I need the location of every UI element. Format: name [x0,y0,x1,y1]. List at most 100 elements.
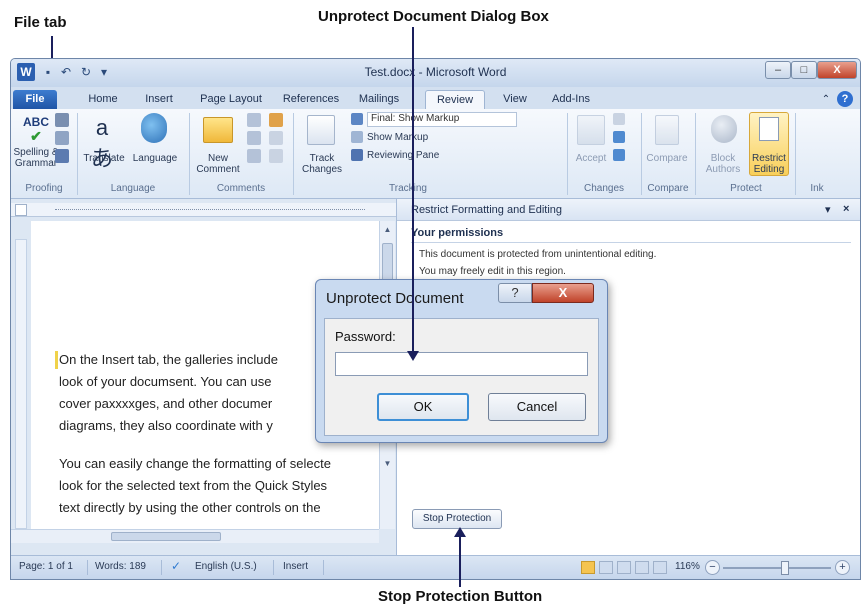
horizontal-scrollbar[interactable] [11,529,379,543]
tab-page-layout[interactable]: Page Layout [195,90,267,109]
language-button[interactable]: Language [129,153,181,164]
group-separator [77,113,78,195]
group-label-comments: Comments [216,183,266,194]
eraser-icon[interactable] [269,149,283,163]
stop-protection-button[interactable]: Stop Protection [412,509,502,529]
zoom-out-icon[interactable]: − [705,560,720,575]
status-separator [87,560,88,575]
delete-comment-icon[interactable] [247,113,261,127]
group-separator [795,113,796,195]
research-icon[interactable] [55,113,69,127]
dialog-title: Unprotect Document [326,290,464,307]
doc-line: You can easily change the formatting of … [59,456,331,471]
draft-icon[interactable] [653,561,667,574]
translate-button[interactable]: Translate [81,153,127,164]
restrict-editing-icon [759,117,779,141]
tab-home[interactable]: Home [83,90,123,109]
print-layout-icon[interactable] [581,561,595,574]
minimize-ribbon-icon[interactable]: ⌃ [819,90,833,109]
group-separator [641,113,642,195]
tab-add-ins[interactable]: Add-Ins [547,90,595,109]
help-icon[interactable]: ? [837,91,853,107]
outline-icon[interactable] [635,561,649,574]
permissions-heading: Your permissions [411,227,504,239]
zoom-slider-thumb[interactable] [781,561,789,575]
dialog-arrow-line [412,27,414,353]
ink-comment-icon[interactable] [269,113,283,127]
spelling-grammar-icon: ABC ✔ [23,115,49,144]
permission-line-2: You may freely edit in this region. [419,266,566,277]
track-changes-button[interactable]: Track Changes [299,153,345,175]
stop-protection-callout: Stop Protection Button [378,588,543,605]
group-label-changes: Changes [583,183,625,194]
new-comment-button[interactable]: New Comment [195,153,241,175]
thesaurus-icon[interactable] [55,131,69,145]
tab-selector-icon[interactable] [15,204,27,216]
show-markup-button[interactable]: Show Markup [367,132,467,143]
web-layout-icon[interactable] [617,561,631,574]
proofing-check-icon[interactable]: ✓ [171,559,181,573]
minimize-button[interactable]: – [765,61,791,79]
close-button[interactable]: X [817,61,857,79]
h-scroll-thumb[interactable] [111,532,221,541]
reviewing-pane-button[interactable]: Reviewing Pane [367,150,467,161]
doc-line: cover paxxxxges, and other documer [59,396,273,411]
ok-button[interactable]: OK [377,393,469,421]
word-count-icon[interactable] [55,149,69,163]
dialog-help-button[interactable]: ? [498,283,532,303]
display-for-review-dropdown[interactable]: Final: Show Markup [367,112,517,127]
group-label-proofing: Proofing [25,183,63,194]
display-for-review-icon [351,113,363,125]
tab-insert[interactable]: Insert [137,90,181,109]
insert-mode[interactable]: Insert [283,561,308,572]
dialog-close-button[interactable]: X [532,283,594,303]
scroll-up-icon[interactable]: ▲ [382,225,393,237]
tab-references[interactable]: References [279,90,343,109]
ribbon-body: ABC ✔ Spelling & Grammar Proofing aあ Tran… [11,109,860,199]
pane-title: Restrict Formatting and Editing [411,204,563,216]
scroll-down-icon[interactable]: ▼ [382,459,393,471]
tab-review[interactable]: Review [425,90,485,109]
maximize-button[interactable]: □ [791,61,817,79]
accept-button[interactable]: Accept [571,153,611,164]
show-markup-icon [351,131,363,143]
word-count[interactable]: Words: 189 [95,561,146,572]
pane-menu-icon[interactable]: ▾ [825,203,831,216]
tab-view[interactable]: View [497,90,533,109]
next-change-icon[interactable] [613,149,625,161]
reject-icon[interactable] [613,113,625,125]
file-tab-callout: File tab [14,14,67,31]
language-globe-icon [141,113,167,143]
group-label-compare: Compare [647,183,689,194]
group-separator [567,113,568,195]
pane-close-icon[interactable]: × [843,203,849,215]
next-comment-icon[interactable] [247,149,261,163]
tab-file[interactable]: File [13,90,57,109]
previous-change-icon[interactable] [613,131,625,143]
spelling-grammar-button[interactable]: Spelling & Grammar [13,147,59,169]
cancel-button[interactable]: Cancel [488,393,586,421]
pane-header: Restrict Formatting and Editing ▾ × [397,199,860,221]
page-count[interactable]: Page: 1 of 1 [19,561,73,572]
stop-arrow-head [454,527,466,537]
dialog-box-callout: Unprotect Document Dialog Box [318,8,549,25]
full-screen-reading-icon[interactable] [599,561,613,574]
doc-line: look for the selected text from the Quic… [59,478,328,493]
restrict-editing-button[interactable]: Restrict Editing [749,153,789,175]
language-status[interactable]: English (U.S.) [195,561,257,572]
compare-button[interactable]: Compare [643,153,691,164]
previous-comment-icon[interactable] [247,131,261,145]
paragraph-2: You can easily change the formatting of … [59,453,331,519]
pen-icon[interactable] [269,131,283,145]
zoom-slider-track[interactable] [723,567,831,569]
doc-line: look of your documsent. You can use [59,374,272,389]
reviewing-pane-icon [351,149,363,161]
ruler-ticks [55,209,365,211]
zoom-level[interactable]: 116% [675,561,700,572]
zoom-in-icon[interactable]: + [835,560,850,575]
password-input[interactable] [335,352,588,376]
accept-icon [577,115,605,145]
tab-mailings[interactable]: Mailings [353,90,405,109]
block-authors-button[interactable]: Block Authors [701,153,745,175]
group-label-ink: Ink [810,183,824,194]
